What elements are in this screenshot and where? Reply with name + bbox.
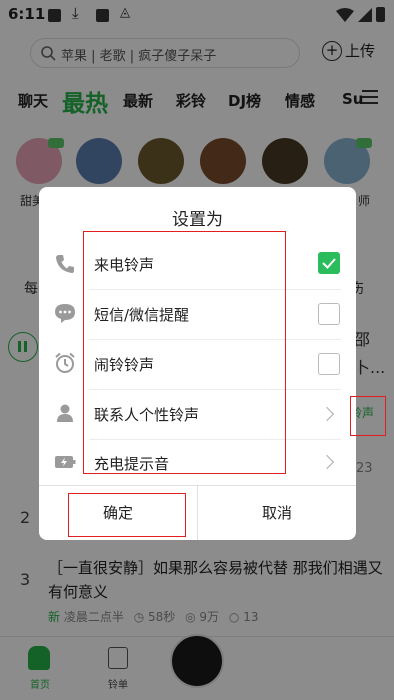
annotation-box-options xyxy=(83,231,286,474)
checkbox-unchecked[interactable] xyxy=(318,353,340,375)
phone-icon xyxy=(56,255,74,273)
chevron-right-icon xyxy=(319,454,335,470)
checkbox-unchecked[interactable] xyxy=(318,303,340,325)
cancel-button[interactable]: 取消 xyxy=(198,485,356,540)
checkbox-checked[interactable] xyxy=(318,252,340,274)
alarm-icon xyxy=(55,352,75,373)
annotation-box-confirm xyxy=(68,493,186,537)
chevron-right-icon xyxy=(319,406,335,422)
set-as-dialog: 设置为 来电铃声 短信/微信提醒 闹铃铃声 联系人个性铃声 充电提示音 确定 取… xyxy=(39,187,356,540)
contact-icon xyxy=(57,404,73,422)
battery-charge-icon xyxy=(55,456,76,468)
annotation-box-ringtone xyxy=(350,396,386,436)
message-icon xyxy=(55,304,75,323)
check-icon xyxy=(322,258,336,269)
dialog-title: 设置为 xyxy=(172,210,223,230)
